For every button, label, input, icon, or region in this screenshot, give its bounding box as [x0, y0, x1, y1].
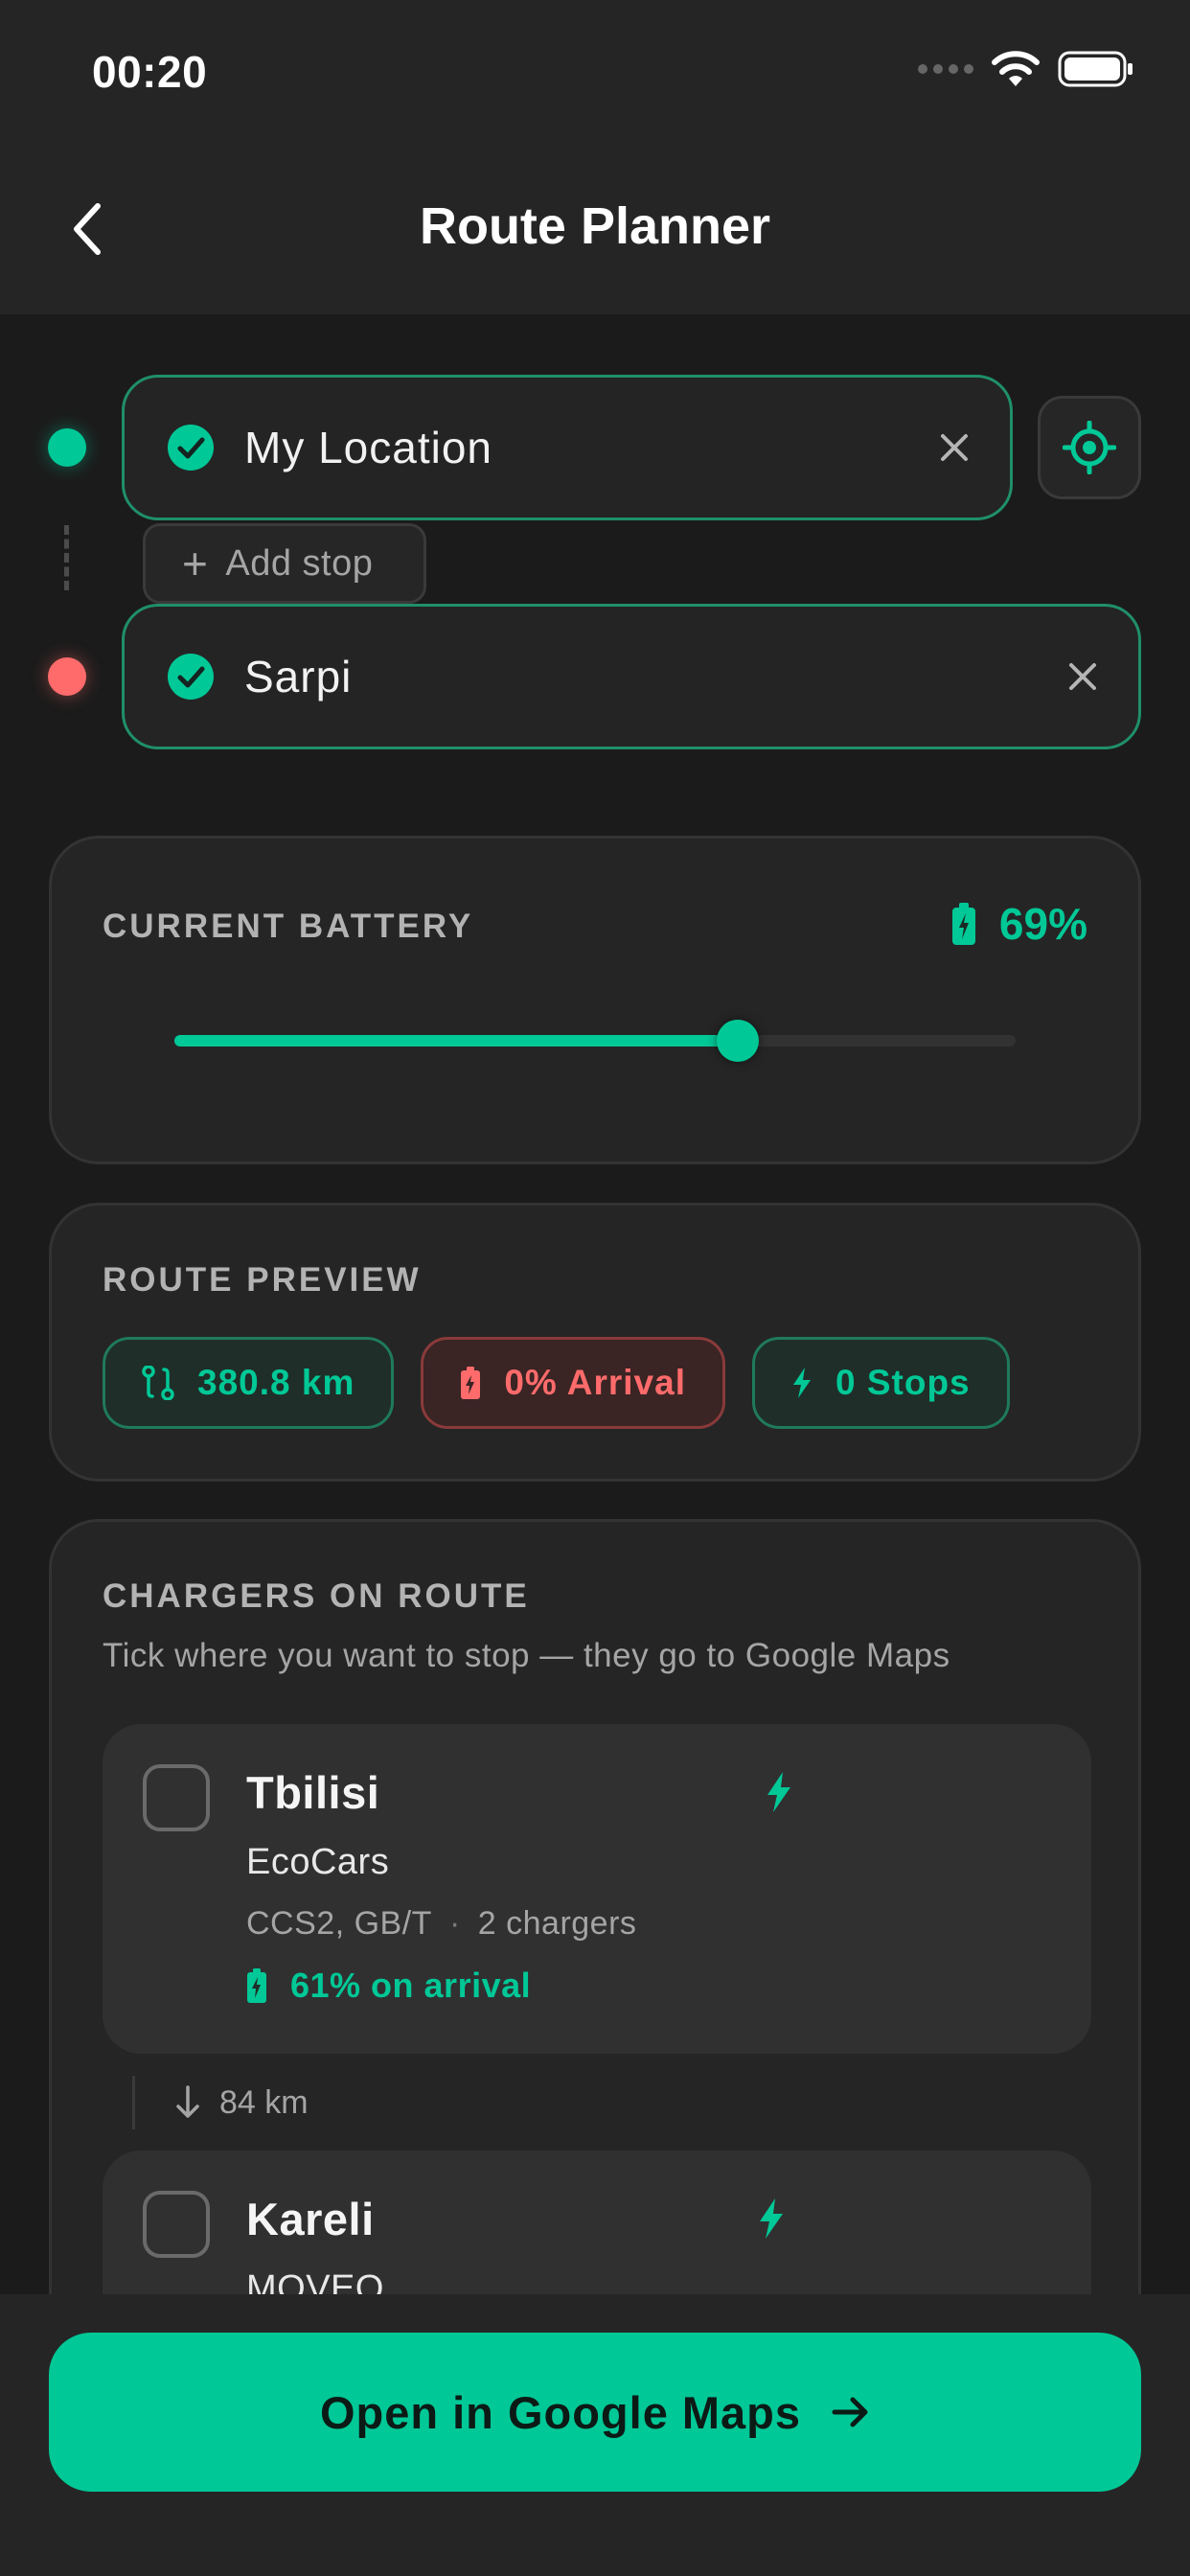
status-time: 00:20	[92, 47, 208, 97]
bottom-bar: Open in Google Maps	[0, 2294, 1190, 2576]
wifi-icon	[992, 51, 1040, 86]
leg-distance-text: 84 km	[219, 2083, 309, 2121]
charger-city: Tbilisi	[246, 1767, 380, 1818]
close-icon	[1069, 663, 1096, 690]
add-stop-label: Add stop	[225, 542, 374, 584]
plus-icon: +	[182, 539, 209, 588]
stops-chip: 0 Stops	[751, 1337, 1010, 1429]
arrival-chip: 0% Arrival	[421, 1337, 725, 1429]
clear-origin-button[interactable]	[933, 426, 975, 469]
stops-text: 0 Stops	[835, 1363, 971, 1402]
charger-item[interactable]: Tbilisi EcoCars CCS2, GB/T · 2 chargers 61…	[103, 1724, 1091, 2054]
chargers-label: CHARGERS ON ROUTE	[103, 1577, 530, 1615]
origin-dot	[48, 428, 86, 467]
origin-value: My Location	[244, 423, 493, 472]
battery-slider-thumb[interactable]	[717, 1020, 760, 1062]
stop-checkbox[interactable]	[143, 1764, 210, 1831]
route-preview-label: ROUTE PREVIEW	[103, 1261, 422, 1299]
nav-bar: Route Planner	[0, 144, 1190, 314]
battery-card: CURRENT BATTERY 69%	[49, 836, 1141, 1164]
battery-value: 69%	[951, 898, 1087, 950]
status-bar: 00:20	[0, 0, 1190, 144]
cta-label: Open in Google Maps	[319, 2386, 802, 2438]
status-icons	[918, 50, 1134, 88]
battery-slider-fill	[174, 1035, 739, 1046]
crosshair-icon	[1063, 421, 1116, 474]
add-stop-button[interactable]: + Add stop	[143, 523, 426, 604]
arrival-percent: 61% on arrival	[290, 1966, 532, 2005]
charger-count: 2 chargers	[477, 1905, 637, 1942]
distance-chip: 380.8 km	[103, 1337, 395, 1429]
check-circle-icon	[168, 425, 214, 471]
destination-field[interactable]: Sarpi	[122, 604, 1141, 749]
charger-connectors: CCS2, GB/T	[246, 1905, 432, 1942]
battery-charging-icon	[247, 1968, 266, 2003]
clear-destination-button[interactable]	[1062, 656, 1104, 698]
battery-charging-icon	[951, 903, 975, 945]
arrival-text: 0% Arrival	[504, 1363, 686, 1402]
page-title: Route Planner	[419, 197, 771, 255]
bolt-icon	[792, 1368, 811, 1398]
battery-low-icon	[461, 1367, 481, 1399]
meta-separator: ·	[448, 1905, 461, 1942]
charger-operator: EcoCars	[246, 1842, 390, 1882]
route-icon	[142, 1366, 174, 1400]
destination-dot	[48, 657, 86, 696]
route-connector	[64, 525, 69, 590]
charger-arrival: 61% on arrival	[246, 1966, 531, 2006]
route-preview-chips: 380.8 km 0% Arrival 0 Stops	[103, 1337, 1010, 1429]
battery-percent: 69%	[998, 899, 1087, 949]
chargers-subtitle: Tick where you want to stop — they go to…	[103, 1637, 950, 1674]
leg-distance: 84 km	[132, 2076, 309, 2129]
arrow-down-icon	[176, 2085, 199, 2118]
destination-value: Sarpi	[244, 652, 353, 702]
locate-me-button[interactable]	[1038, 396, 1141, 499]
stop-checkbox[interactable]	[143, 2191, 210, 2258]
distance-text: 380.8 km	[197, 1363, 355, 1402]
charger-city: Kareli	[246, 2194, 375, 2244]
origin-field[interactable]: My Location	[122, 375, 1013, 520]
open-google-maps-button[interactable]: Open in Google Maps	[49, 2333, 1141, 2492]
bolt-icon	[760, 2198, 783, 2239]
close-icon	[941, 434, 968, 461]
battery-label: CURRENT BATTERY	[103, 908, 474, 945]
arrow-right-icon	[832, 2397, 868, 2427]
check-circle-icon	[168, 654, 214, 700]
battery-status-icon	[1058, 51, 1133, 87]
bolt-icon	[767, 1772, 790, 1812]
charger-meta: CCS2, GB/T · 2 chargers	[246, 1905, 636, 1943]
signal-icon	[918, 64, 973, 74]
battery-slider[interactable]	[174, 1020, 1016, 1062]
route-preview-card: ROUTE PREVIEW 380.8 km 0% Arrival 0 Stop…	[49, 1203, 1141, 1482]
